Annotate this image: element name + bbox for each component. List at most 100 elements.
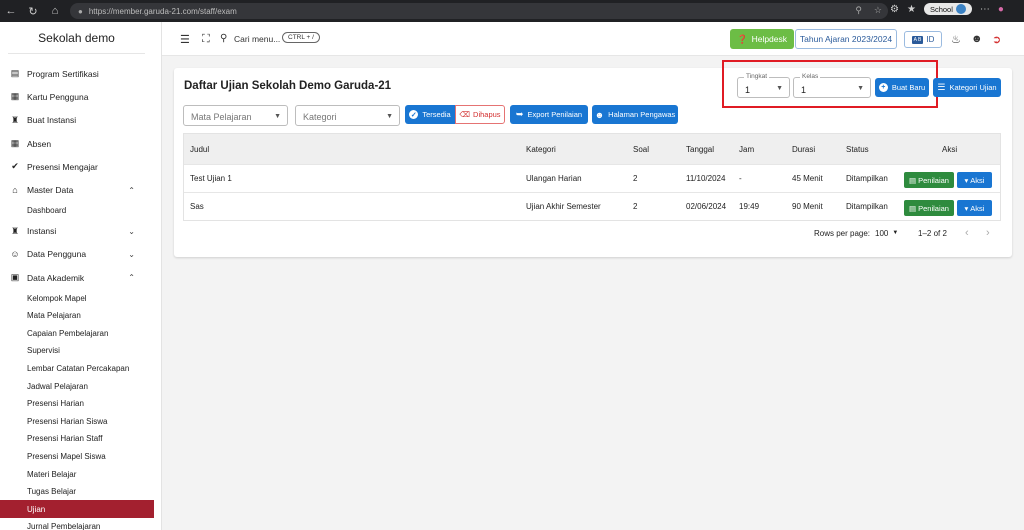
- caret-down-icon: ▾: [964, 203, 969, 213]
- favorites-icon[interactable]: ★: [907, 4, 916, 15]
- list-icon: ☰: [937, 82, 946, 92]
- copilot-icon[interactable]: ●: [998, 4, 1004, 15]
- export-penilaian-button[interactable]: ➥ Export Penilaian: [510, 105, 588, 124]
- sidebar-sub-presensi-mapel-siswa[interactable]: Presensi Mapel Siswa: [0, 448, 161, 466]
- shortcut-badge: CTRL + /: [282, 32, 320, 43]
- tingkat-select[interactable]: Tingkat 1 ▼: [737, 73, 790, 98]
- trash-icon: ⌫: [459, 110, 471, 119]
- sidebar-item-data-pengguna[interactable]: ☺ Data Pengguna ⌄: [0, 243, 161, 266]
- cell-tanggal: 02/06/2024: [686, 202, 727, 211]
- caret-down-icon: ▾: [964, 175, 969, 185]
- reload-icon[interactable]: ↻: [22, 0, 44, 22]
- sidebar-sub-presensi-harian[interactable]: Presensi Harian: [0, 395, 161, 413]
- halaman-pengawas-button[interactable]: ☻ Halaman Pengawas: [592, 105, 678, 124]
- sidebar-item-data-akademik[interactable]: ▣ Data Akademik ⌃: [0, 266, 161, 289]
- sidebar-sub-presensi-harian-siswa[interactable]: Presensi Harian Siswa: [0, 412, 161, 430]
- header-jam[interactable]: Jam: [739, 134, 754, 164]
- sidebar-sub-lembar-catatan[interactable]: Lembar Catatan Percakapan: [0, 360, 161, 378]
- kategori-select[interactable]: Kategori ▼: [295, 105, 400, 126]
- certificate-icon: ▤: [10, 68, 20, 79]
- prev-page-icon[interactable]: ‹: [965, 220, 969, 246]
- cell-kategori: Ujian Akhir Semester: [526, 202, 601, 211]
- user-icon: ☺: [10, 249, 20, 260]
- exam-table: Judul Kategori Soal Tanggal Jam Durasi S…: [183, 133, 1001, 221]
- aksi-dropdown-button[interactable]: ▾ Aksi: [957, 200, 992, 216]
- cell-durasi: 45 Menit: [792, 174, 823, 183]
- id-card-icon: ▦: [10, 91, 20, 102]
- key-icon[interactable]: ⚲: [855, 5, 862, 16]
- header-tanggal[interactable]: Tanggal: [686, 134, 714, 164]
- rows-per-page-select[interactable]: 100 ▼: [875, 220, 898, 246]
- header-status[interactable]: Status: [846, 134, 869, 164]
- address-bar[interactable]: ● https://member.garuda-21.com/staff/exa…: [70, 3, 888, 19]
- cell-tanggal: 11/10/2024: [686, 174, 726, 183]
- aksi-dropdown-button[interactable]: ▾ Aksi: [957, 172, 992, 188]
- lock-icon: ●: [78, 6, 83, 16]
- sidebar-sub-capaian-pembelajaran[interactable]: Capaian Pembelajaran: [0, 324, 161, 342]
- sidebar-sub-supervisi[interactable]: Supervisi: [0, 342, 161, 360]
- search-menu[interactable]: Cari menu...: [234, 34, 280, 44]
- person-icon: ☻: [594, 109, 605, 120]
- sidebar-sub-jadwal-pelajaran[interactable]: Jadwal Pelajaran: [0, 377, 161, 395]
- header-kategori[interactable]: Kategori: [526, 134, 556, 164]
- back-icon[interactable]: ←: [0, 0, 22, 22]
- sidebar-sub-materi-belajar[interactable]: Materi Belajar: [0, 465, 161, 483]
- menu-icon[interactable]: ☰: [180, 33, 190, 46]
- extensions-icon[interactable]: ⚙: [890, 4, 899, 15]
- academic-year-button[interactable]: Tahun Ajaran 2023/2024: [795, 29, 897, 49]
- sidebar-item-kartu-pengguna[interactable]: ▦ Kartu Pengguna: [0, 85, 161, 108]
- sidebar: Sekolah demo ▤ Program Sertifikasi ▦ Kartu…: [0, 22, 162, 530]
- search-icon[interactable]: ⚲: [220, 33, 227, 44]
- building-icon: ♜: [10, 114, 20, 125]
- sidebar-sub-presensi-harian-staff[interactable]: Presensi Harian Staff: [0, 430, 161, 448]
- sidebar-sub-jurnal-pembelajaran[interactable]: Jurnal Pembelajaran: [0, 518, 161, 530]
- account-icon[interactable]: ☻: [971, 33, 983, 45]
- sidebar-item-program-sertifikasi[interactable]: ▤ Program Sertifikasi: [0, 62, 161, 85]
- home-icon[interactable]: ⌂: [44, 0, 66, 22]
- dihapus-toggle[interactable]: ⌫ Dihapus: [455, 105, 505, 124]
- table-pagination: Rows per page: 100 ▼ 1–2 of 2 ‹ ›: [183, 220, 1001, 246]
- sidebar-item-absen[interactable]: ▦ Absen: [0, 132, 161, 155]
- sidebar-item-presensi-mengajar[interactable]: ✔ Presensi Mengajar: [0, 155, 161, 178]
- sidebar-item-buat-instansi[interactable]: ♜ Buat Instansi: [0, 109, 161, 132]
- sidebar-sub-tugas-belajar[interactable]: Tugas Belajar: [0, 483, 161, 501]
- cell-jam: 19:49: [739, 202, 760, 211]
- kategori-ujian-button[interactable]: ☰ Kategori Ujian: [933, 78, 1001, 97]
- url-text: https://member.garuda-21.com/staff/exam: [88, 6, 237, 16]
- more-icon[interactable]: ⋯: [980, 4, 990, 15]
- sidebar-sub-kelompok-mapel[interactable]: Kelompok Mapel: [0, 289, 161, 307]
- penilaian-button[interactable]: ▤ Penilaian: [904, 172, 954, 188]
- header-judul[interactable]: Judul: [190, 134, 209, 164]
- calendar-icon: ▦: [10, 138, 20, 149]
- tersedia-toggle[interactable]: ✓ Tersedia: [405, 105, 455, 124]
- chevron-up-icon: ⌃: [128, 273, 135, 283]
- mata-pelajaran-select[interactable]: Mata Pelajaran ▼: [183, 105, 288, 126]
- page-title: Daftar Ujian Sekolah Demo Garuda-21: [184, 80, 392, 92]
- language-button[interactable]: A B ID: [904, 31, 942, 48]
- logout-icon[interactable]: ➲: [992, 33, 1001, 46]
- header-durasi[interactable]: Durasi: [792, 134, 815, 164]
- export-icon: ➥: [515, 109, 524, 119]
- plus-circle-icon: +: [878, 83, 888, 92]
- sidebar-sub-dashboard[interactable]: Dashboard: [0, 202, 161, 220]
- sidebar-item-master-data[interactable]: ⌂ Master Data ⌃: [0, 178, 161, 201]
- cell-judul: Sas: [190, 202, 204, 211]
- fullscreen-icon[interactable]: ⛶: [202, 33, 210, 46]
- bell-icon[interactable]: ♨: [951, 33, 961, 46]
- header-soal[interactable]: Soal: [633, 134, 649, 164]
- sidebar-sub-mata-pelajaran[interactable]: Mata Pelajaran: [0, 307, 161, 325]
- table-header: Judul Kategori Soal Tanggal Jam Durasi S…: [184, 134, 1000, 164]
- help-icon: ❓: [736, 33, 748, 44]
- dropdown-arrow-icon: ▼: [386, 113, 393, 120]
- sidebar-item-instansi[interactable]: ♜ Instansi ⌄: [0, 219, 161, 242]
- profile-button[interactable]: School: [923, 3, 972, 15]
- sidebar-sub-ujian[interactable]: Ujian: [0, 500, 154, 518]
- app-topbar: ☰ ⛶ ⚲ Cari menu... CTRL + / ❓ Helpdesk Ta…: [162, 22, 1024, 56]
- dropdown-arrow-icon: ▼: [892, 230, 899, 236]
- kelas-select[interactable]: Kelas 1 ▼: [793, 73, 871, 98]
- helpdesk-button[interactable]: ❓ Helpdesk: [730, 29, 794, 49]
- favorite-star-icon[interactable]: ☆: [874, 5, 882, 16]
- penilaian-button[interactable]: ▤ Penilaian: [904, 200, 954, 216]
- next-page-icon[interactable]: ›: [986, 220, 990, 246]
- buat-baru-button[interactable]: + Buat Baru: [875, 78, 929, 97]
